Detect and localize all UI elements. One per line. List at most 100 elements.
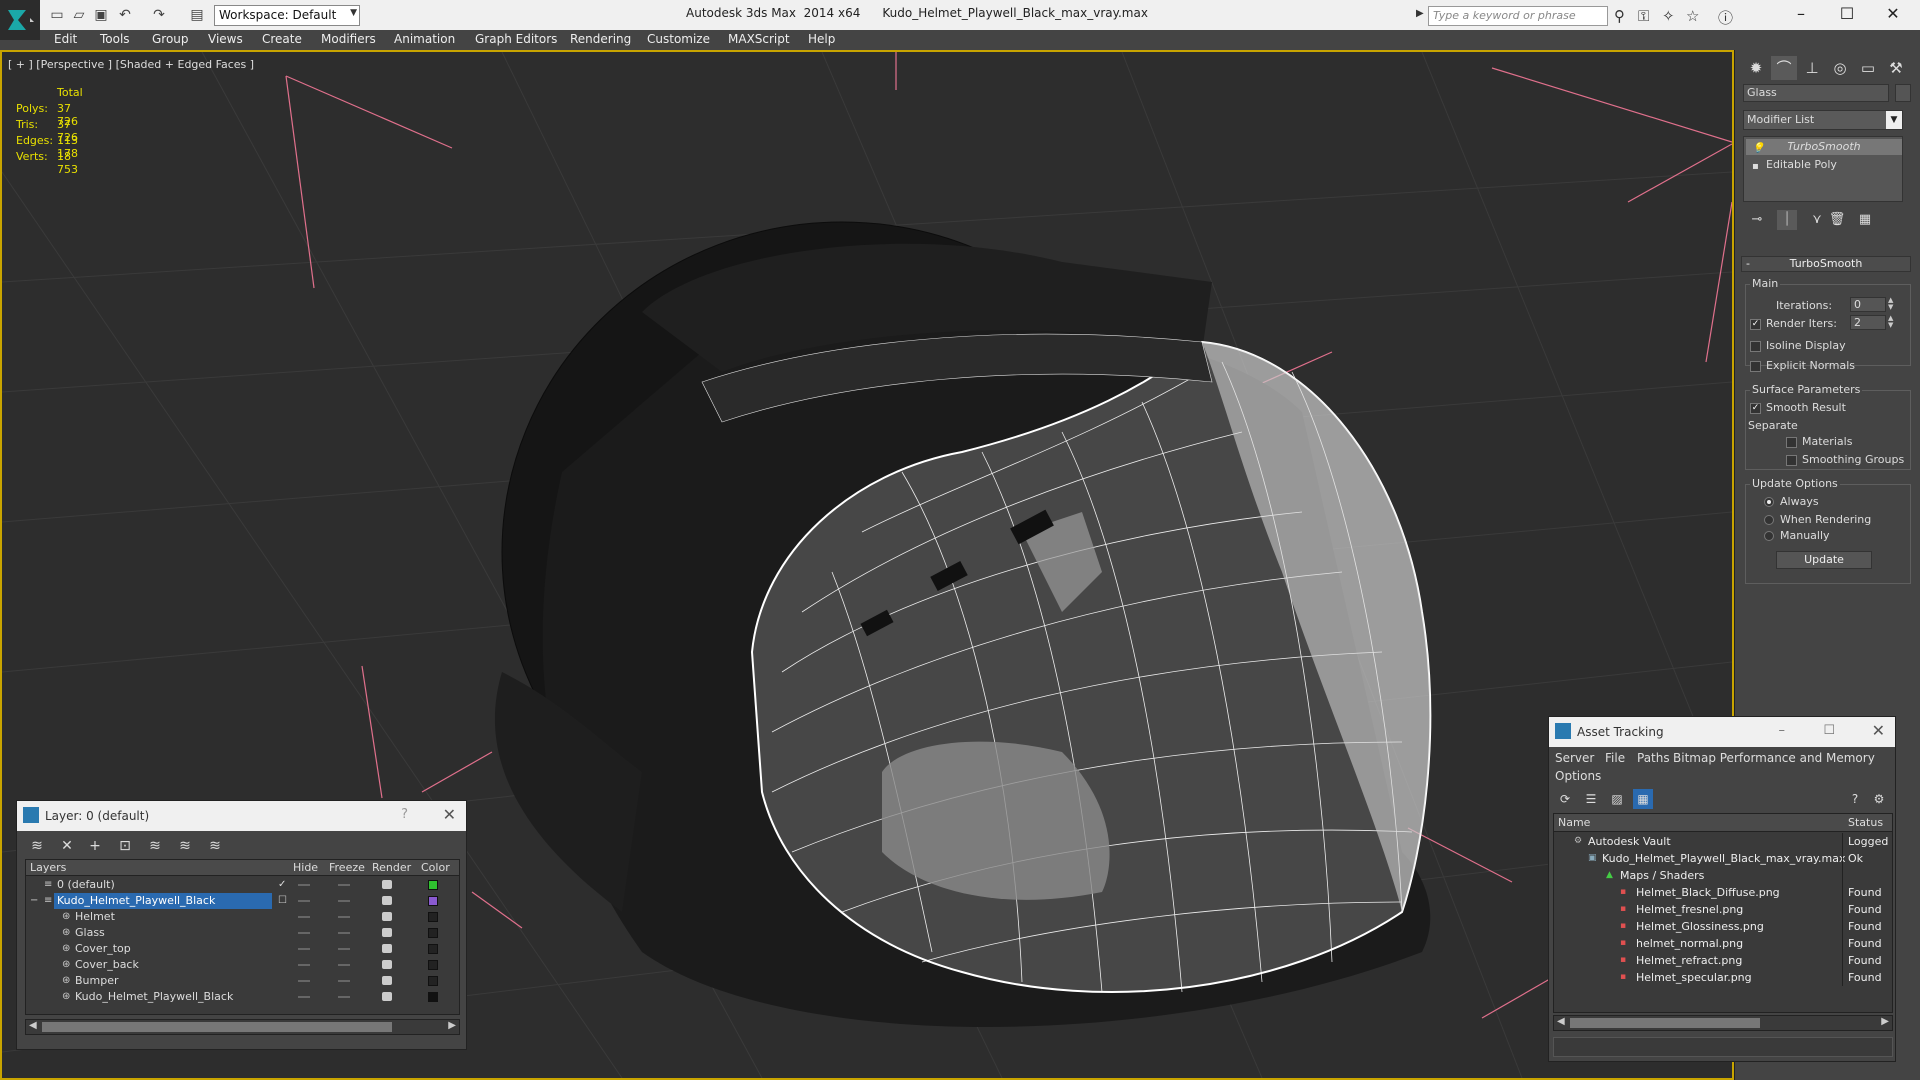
help-icon[interactable]: ? xyxy=(1845,789,1865,809)
menu-maxscript[interactable]: MAXScript xyxy=(728,32,790,46)
render-iters-checkbox[interactable]: ✓ xyxy=(1750,319,1761,330)
menu-animation[interactable]: Animation xyxy=(394,32,455,46)
open-file-icon[interactable]: ▱ xyxy=(70,6,88,24)
hide-toggle[interactable] xyxy=(298,916,310,918)
spinner-arrows-icon[interactable]: ▲ ▼ xyxy=(1888,297,1896,312)
lightbulb-icon[interactable]: 💡 xyxy=(1752,141,1764,157)
hide-toggle[interactable] xyxy=(298,884,310,886)
maximize-button[interactable]: ☐ xyxy=(1832,4,1862,23)
list-view-icon[interactable]: ☰ xyxy=(1581,789,1601,809)
column-color[interactable]: Color xyxy=(421,861,450,874)
column-name[interactable]: Name xyxy=(1558,816,1590,829)
asset-row[interactable]: ▪ Helmet_Black_Diffuse.png Found xyxy=(1554,884,1892,901)
asset-horizontal-scrollbar[interactable]: ◀ ▶ xyxy=(1553,1015,1893,1031)
freeze-toggle[interactable] xyxy=(338,996,350,998)
object-color-swatch[interactable] xyxy=(428,912,438,922)
make-unique-icon[interactable]: ⋎ xyxy=(1807,210,1827,230)
menu-edit[interactable]: Edit xyxy=(54,32,77,46)
isoline-display-checkbox[interactable] xyxy=(1750,341,1761,352)
project-folder-icon[interactable]: ▤ xyxy=(188,6,206,24)
always-radio[interactable] xyxy=(1764,497,1774,507)
expand-box-icon[interactable]: ▪ xyxy=(1752,159,1759,175)
thumbnail-view-icon[interactable]: ▨ xyxy=(1607,789,1627,809)
object-row[interactable]: ⊛ Glass xyxy=(26,925,459,941)
render-teapot-icon[interactable] xyxy=(382,992,392,1001)
asset-row[interactable]: ▪ Helmet_specular.png Found xyxy=(1554,969,1892,986)
asset-menu-paths[interactable]: Paths xyxy=(1637,751,1670,765)
column-render[interactable]: Render xyxy=(372,861,411,874)
configure-modifier-sets-icon[interactable]: ▦ xyxy=(1855,210,1875,230)
binoculars-icon[interactable]: ⚲ xyxy=(1614,7,1625,25)
turbosmooth-rollout-header[interactable]: - TurboSmooth xyxy=(1741,256,1911,272)
app-logo-button[interactable] xyxy=(0,0,40,40)
asset-menu-options[interactable]: Options xyxy=(1555,769,1601,783)
freeze-toggle[interactable] xyxy=(338,964,350,966)
freeze-toggle[interactable] xyxy=(338,916,350,918)
render-teapot-icon[interactable] xyxy=(382,960,392,969)
freeze-toggle[interactable] xyxy=(338,980,350,982)
scroll-right-icon[interactable]: ▶ xyxy=(448,1020,456,1031)
help-icon[interactable]: ? xyxy=(401,807,408,822)
search-expand-icon[interactable]: ▶ xyxy=(1416,8,1424,19)
menu-help[interactable]: Help xyxy=(808,32,835,46)
render-teapot-icon[interactable] xyxy=(382,976,392,985)
materials-checkbox[interactable] xyxy=(1786,437,1797,448)
layer-row[interactable]: ≡ 0 (default) ✓ xyxy=(26,877,459,893)
asset-row[interactable]: ▲ Maps / Shaders xyxy=(1554,867,1892,884)
show-end-result-icon[interactable]: ⏐ xyxy=(1777,210,1797,230)
scroll-right-icon[interactable]: ▶ xyxy=(1881,1016,1889,1027)
pin-stack-icon[interactable]: ⊸ xyxy=(1747,210,1767,230)
communication-icon[interactable]: ✧ xyxy=(1662,7,1675,25)
object-color-swatch[interactable] xyxy=(428,976,438,986)
menu-create[interactable]: Create xyxy=(262,32,302,46)
close-icon[interactable]: ✕ xyxy=(443,805,456,824)
freeze-toggle[interactable] xyxy=(338,948,350,950)
hide-toggle[interactable] xyxy=(298,932,310,934)
layer-color-swatch[interactable] xyxy=(428,896,438,906)
add-to-layer-icon[interactable]: + xyxy=(83,835,107,857)
render-teapot-icon[interactable] xyxy=(382,912,392,921)
object-color-swatch[interactable] xyxy=(1895,84,1911,102)
column-freeze[interactable]: Freeze xyxy=(329,861,365,874)
asset-row[interactable]: ▪ Helmet_fresnel.png Found xyxy=(1554,901,1892,918)
menu-customize[interactable]: Customize xyxy=(647,32,710,46)
subscription-icon[interactable]: ⚿ xyxy=(1638,7,1649,25)
close-icon[interactable]: ✕ xyxy=(1872,721,1885,740)
render-teapot-icon[interactable] xyxy=(382,896,392,905)
object-row[interactable]: ⊛ Helmet xyxy=(26,909,459,925)
undo-icon[interactable]: ↶ xyxy=(116,6,134,24)
active-layer-check-icon[interactable]: ✓ xyxy=(278,877,286,893)
update-button[interactable]: Update xyxy=(1776,551,1872,569)
table-view-icon[interactable]: ▦ xyxy=(1633,789,1653,809)
select-in-layer-icon[interactable]: ⊡ xyxy=(113,835,137,857)
asset-path-field[interactable] xyxy=(1553,1037,1893,1057)
minimize-button[interactable]: – xyxy=(1786,4,1816,23)
stack-item-editable-poly[interactable]: ▪ Editable Poly xyxy=(1746,157,1902,173)
asset-row[interactable]: ⚙ Autodesk Vault Logged xyxy=(1554,833,1892,850)
search-input[interactable]: Type a keyword or phrase xyxy=(1428,6,1608,26)
render-teapot-icon[interactable] xyxy=(382,944,392,953)
asset-menu-file[interactable]: File xyxy=(1605,751,1625,765)
display-tab-icon[interactable]: ▭ xyxy=(1855,56,1881,80)
object-row[interactable]: ⊛ Cover_back xyxy=(26,957,459,973)
menu-modifiers[interactable]: Modifiers xyxy=(321,32,376,46)
object-color-swatch[interactable] xyxy=(428,992,438,1002)
column-hide[interactable]: Hide xyxy=(293,861,318,874)
modifier-list-dropdown[interactable]: Modifier List ▼ xyxy=(1743,110,1903,130)
remove-modifier-icon[interactable]: 🗑 xyxy=(1827,210,1847,230)
stack-item-turbosmooth[interactable]: 💡 TurboSmooth xyxy=(1746,139,1902,155)
asset-row[interactable]: ▪ Helmet_refract.png Found xyxy=(1554,952,1892,969)
hide-toggle[interactable] xyxy=(298,948,310,950)
column-status[interactable]: Status xyxy=(1848,816,1883,829)
column-layers[interactable]: Layers xyxy=(30,861,66,874)
active-layer-box-icon[interactable]: ☐ xyxy=(278,893,287,909)
save-file-icon[interactable]: ▣ xyxy=(92,6,110,24)
hide-all-layers-icon[interactable]: ≋ xyxy=(173,835,197,857)
object-name-field[interactable]: Glass xyxy=(1743,84,1889,102)
menu-tools[interactable]: Tools xyxy=(100,32,130,46)
hide-toggle[interactable] xyxy=(298,900,310,902)
scrollbar-thumb[interactable] xyxy=(42,1022,392,1032)
render-iters-spinner[interactable]: 2 xyxy=(1850,315,1886,330)
minimize-icon[interactable]: – xyxy=(1779,723,1786,738)
collapse-icon[interactable]: − xyxy=(30,893,38,909)
